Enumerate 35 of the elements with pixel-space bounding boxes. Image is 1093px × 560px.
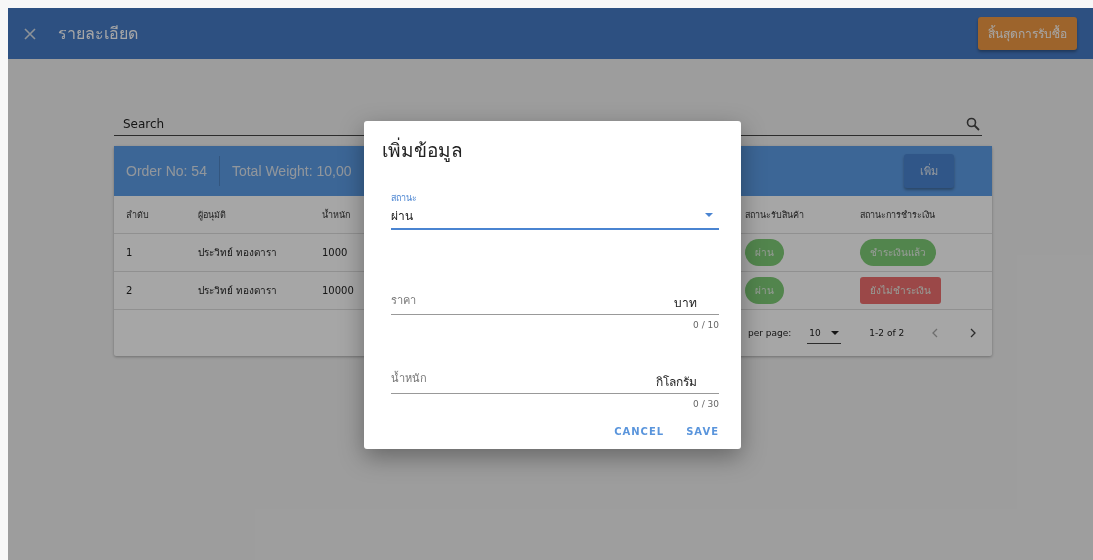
- add-button[interactable]: เพิ่ม: [904, 154, 954, 188]
- rows-per-page-select[interactable]: 10: [807, 322, 842, 344]
- close-button[interactable]: [22, 25, 38, 42]
- status-select[interactable]: สถานะ ผ่าน: [391, 191, 719, 230]
- total-weight: Total Weight: 10,00: [231, 163, 353, 179]
- order-number: Order No: 54: [126, 163, 208, 179]
- table-cell: 2: [126, 285, 133, 296]
- column-header: ลำดับ: [126, 208, 149, 222]
- character-counter: 0 / 10: [693, 320, 719, 331]
- table-cell: 1000: [322, 247, 348, 258]
- page-title: รายละเอียด: [58, 23, 139, 45]
- table-cell-text: ประวิทย์ ทองดารา: [198, 246, 278, 260]
- table-cell: 10000: [322, 285, 354, 296]
- table-cell: 1: [126, 247, 133, 258]
- column-header: สถานะการชำระเงิน: [860, 208, 935, 222]
- dialog-title: เพิ่มข้อมูล: [382, 136, 464, 164]
- status-chip: ยังไม่ชำระเงิน: [860, 277, 941, 304]
- status-chip: ผ่าน: [745, 239, 784, 266]
- character-counter: 0 / 30: [693, 398, 719, 409]
- end-purchase-button[interactable]: สิ้นสุดการรับซื้อ: [978, 17, 1077, 50]
- column-header: น้ำหนัก: [322, 208, 350, 222]
- status-chip: ชำระเงินแล้ว: [860, 239, 936, 266]
- column-header: ผู้อนุมัติ: [198, 208, 226, 222]
- status-chip: ผ่าน: [745, 277, 784, 304]
- search-icon: [966, 117, 980, 131]
- table-cell-text: ประวิทย์ ทองดารา: [198, 284, 278, 298]
- column-header: สถานะรับสินค้า: [745, 208, 804, 222]
- unit-suffix: กิโลกรัม: [656, 373, 697, 391]
- caret-icon: [830, 330, 839, 335]
- dialog-button[interactable]: SAVE: [686, 426, 719, 437]
- page-range: 1-2 of 2: [869, 328, 905, 338]
- dialog-button[interactable]: CANCEL: [614, 426, 665, 437]
- unit-suffix: บาท: [674, 295, 697, 313]
- caret-icon: [705, 213, 713, 217]
- rows-per-page-label: per page:: [748, 328, 792, 338]
